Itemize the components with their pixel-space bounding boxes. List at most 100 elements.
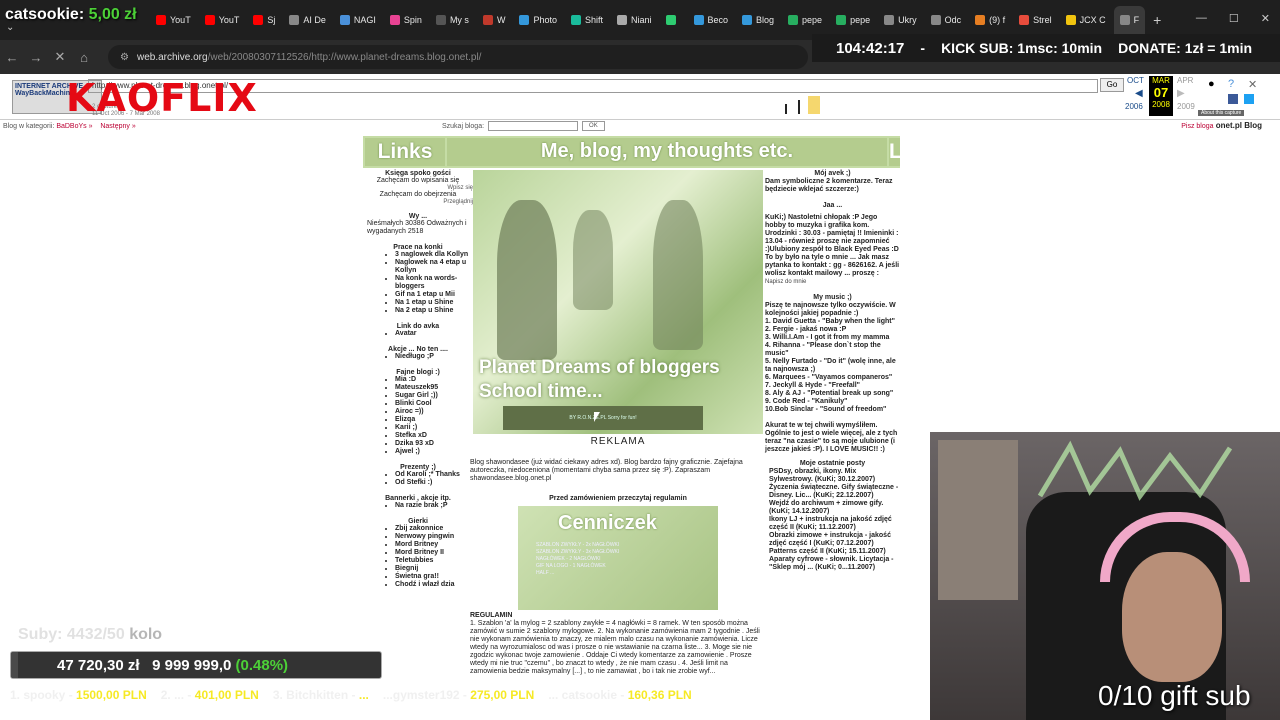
contact-link[interactable]: Napisz do mnie: [765, 278, 900, 286]
list-item-link[interactable]: Zbij zakonnice: [395, 525, 473, 533]
close-icon[interactable]: ✕: [1261, 12, 1270, 25]
list-item-link[interactable]: Ajwel ;): [395, 448, 473, 456]
list-item-link[interactable]: 3 naglowek dla Kollyn: [395, 251, 473, 259]
next-blog-link[interactable]: Następny »: [100, 123, 135, 130]
browser-tab[interactable]: JCX C: [1060, 6, 1112, 34]
list-item-link[interactable]: Teletubbies: [395, 557, 473, 565]
wayback-go-button[interactable]: Go: [1100, 78, 1124, 92]
list-item-link[interactable]: Blinki Cool: [395, 400, 473, 408]
tab-label: Ukry: [898, 15, 917, 25]
list-item: Wejdź do archiwum + zimowe gify. (KuKi; …: [769, 500, 884, 515]
onet-logo[interactable]: onet.pl Blog: [1216, 121, 1262, 130]
list-item-link[interactable]: Od Karoli ;* Thanks: [395, 471, 473, 479]
list-item-link[interactable]: Świetna gra!!: [395, 573, 473, 581]
tab-favicon-icon: [616, 15, 627, 25]
tab-favicon-icon: [884, 15, 895, 25]
browser-tab[interactable]: (9) f: [969, 6, 1011, 34]
month-current: MAR: [1152, 76, 1170, 85]
regulamin-heading: Przed zamówieniem przeczytaj regulamin: [549, 495, 687, 502]
prev-capture-icon[interactable]: ◀: [1135, 88, 1143, 99]
list-item-link[interactable]: Na razie brak ;P: [395, 502, 473, 510]
list-item-link[interactable]: Mateuszek95: [395, 384, 473, 392]
site-info-icon[interactable]: ⚙: [120, 52, 129, 63]
browser-tab[interactable]: Sj: [247, 6, 281, 34]
list-item-link[interactable]: Dzika 93 xD: [395, 440, 473, 448]
maximize-icon[interactable]: ☐: [1229, 12, 1239, 25]
list-item-link[interactable]: Stefka xD: [395, 432, 473, 440]
browser-tab[interactable]: pepe: [782, 6, 828, 34]
list-item-link[interactable]: Na 2 etap u Shine: [395, 307, 473, 315]
home-icon[interactable]: ⌂: [72, 50, 96, 65]
browser-tab[interactable]: [660, 6, 686, 34]
goal-fill: [11, 652, 19, 678]
category-arrow-icon[interactable]: »: [89, 123, 93, 130]
browser-tab[interactable]: Blog: [736, 6, 780, 34]
user-icon[interactable]: ●: [1208, 78, 1215, 90]
list-item: 6. Marquees - "Vayamos companeros": [765, 374, 893, 381]
list-item-link[interactable]: Mord Britney II: [395, 549, 473, 557]
list-item-link[interactable]: Naglowek na 4 etap u Kollyn: [395, 259, 473, 275]
browser-tab[interactable]: F: [1113, 6, 1146, 34]
close-wayback-icon[interactable]: ✕: [1248, 78, 1257, 91]
list-item-link[interactable]: Mord Britney: [395, 541, 473, 549]
list-item-link[interactable]: Na 1 etap u Shine: [395, 299, 473, 307]
bannerki-heading: Bannerki , akcje itp.: [385, 495, 451, 502]
top-donors-ticker: 1. spooky - 1500,00 PLN 2. ... - 401,00 P…: [0, 688, 1280, 708]
music-list: 1. David Guetta - "Baby when the light" 2…: [765, 318, 900, 414]
minimize-icon[interactable]: —: [1196, 12, 1207, 25]
list-item-link[interactable]: Karii ;): [395, 424, 473, 432]
browser-tab[interactable]: YouT: [150, 6, 197, 34]
stop-icon[interactable]: ✕: [48, 49, 72, 65]
category-link[interactable]: BaDBoYs: [56, 123, 86, 130]
browser-tab[interactable]: Photo: [513, 6, 563, 34]
browser-tab[interactable]: Beco: [688, 6, 735, 34]
browser-tab[interactable]: NAGI: [334, 6, 382, 34]
donation-goal-bar: 47 720,30 zł 9 999 999,0 (0.48%): [10, 651, 382, 679]
ticker-name: ... catsookie -: [548, 688, 625, 702]
help-icon[interactable]: ?: [1228, 78, 1234, 90]
list-item-link[interactable]: Sugar Girl ;)): [395, 392, 473, 400]
browser-tab[interactable]: pepe: [830, 6, 876, 34]
browser-tab[interactable]: Odc: [925, 6, 968, 34]
day-current: 07: [1153, 85, 1169, 100]
browser-tab[interactable]: My s: [430, 6, 475, 34]
list-item-link[interactable]: Nerwowy pingwin: [395, 533, 473, 541]
forward-icon[interactable]: →: [24, 50, 48, 65]
browser-tab[interactable]: Niani: [611, 6, 658, 34]
list-item-link[interactable]: Niedługo ;P: [395, 353, 473, 361]
browser-tab[interactable]: AI De: [283, 6, 332, 34]
blog-search-input[interactable]: [488, 121, 579, 131]
month-prev[interactable]: OCT: [1127, 76, 1144, 85]
new-tab-icon[interactable]: +: [1153, 12, 1161, 28]
search-ok-button[interactable]: OK: [582, 121, 605, 131]
list-item-link[interactable]: Chodź i wlazł dzia: [395, 581, 473, 589]
list-item-link[interactable]: Gif na 1 etap u Mii: [395, 291, 473, 299]
browser-tab[interactable]: Spin: [384, 6, 428, 34]
list-item-link[interactable]: Avatar: [395, 330, 473, 338]
back-icon[interactable]: ←: [0, 50, 24, 65]
guestbook-heading: Księga spoko gości: [385, 170, 451, 177]
browser-tab[interactable]: Ukry: [878, 6, 923, 34]
twitter-icon[interactable]: [1244, 94, 1254, 104]
list-item-link[interactable]: Biegnij: [395, 565, 473, 573]
list-item-link[interactable]: Elizqa: [395, 416, 473, 424]
about-capture-link[interactable]: About this capture: [1198, 110, 1245, 116]
browser-tab[interactable]: W: [477, 6, 512, 34]
browser-tab[interactable]: Shift: [565, 6, 609, 34]
capture-sparkline[interactable]: [260, 96, 1100, 114]
write-blog-link[interactable]: Pisz bloga: [1181, 123, 1213, 130]
blog-search: Szukaj bloga: OK: [442, 121, 605, 131]
list-item-link[interactable]: Mia :D: [395, 376, 473, 384]
view-link[interactable]: Przeglądnij: [363, 199, 473, 205]
list-item-link[interactable]: Na konk na words-bloggers: [395, 275, 473, 291]
gierki-heading: Gierki: [408, 518, 428, 525]
browser-tab[interactable]: YouT: [199, 6, 246, 34]
list-item-link[interactable]: Airoc =)): [395, 408, 473, 416]
list-item-link[interactable]: Od Stefki :): [395, 479, 473, 487]
url-omnibox[interactable]: ⚙ web.archive.org/web/20080307112526/htt…: [108, 45, 808, 69]
year-prev: 2006: [1125, 102, 1143, 111]
browser-tab[interactable]: Strel: [1013, 6, 1058, 34]
ticker-name: ...gymster192 -: [382, 688, 467, 702]
facebook-icon[interactable]: [1228, 94, 1238, 104]
screen: YouT YouT Sj AI De NAGI Spin My s W Photo Shift Ni…: [0, 0, 1280, 720]
